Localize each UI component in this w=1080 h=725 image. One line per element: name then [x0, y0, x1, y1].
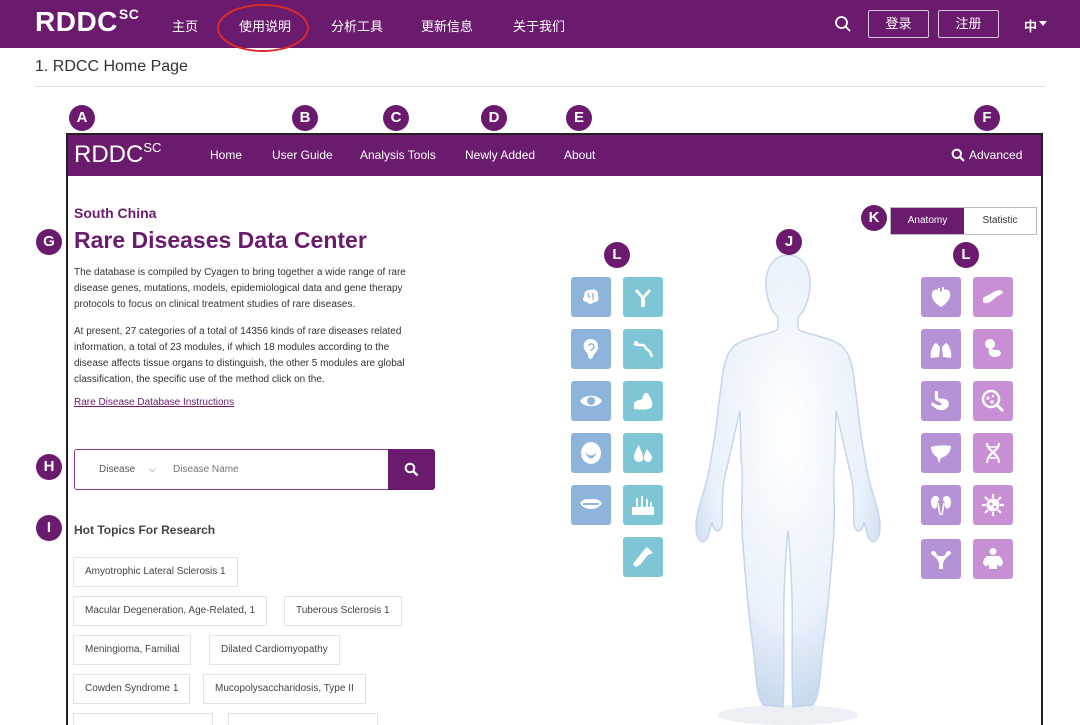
- inner-logo[interactable]: RDDCSC: [74, 140, 161, 169]
- heart-icon[interactable]: [921, 277, 961, 317]
- marker-h: H: [36, 454, 62, 480]
- hero-title: Rare Diseases Data Center: [74, 227, 367, 253]
- search-icon: [404, 462, 419, 477]
- marker-f: F: [974, 105, 1000, 131]
- kidney-icon[interactable]: [921, 485, 961, 525]
- chevron-down-icon[interactable]: ⌵: [149, 464, 156, 475]
- search-icon[interactable]: [834, 15, 852, 33]
- skin-icon[interactable]: [623, 485, 663, 525]
- inner-nav-about[interactable]: About: [564, 148, 595, 162]
- language-selector[interactable]: 中: [1024, 16, 1037, 35]
- marker-e: E: [566, 105, 592, 131]
- obesity-icon[interactable]: [973, 539, 1013, 579]
- lips-icon[interactable]: [571, 485, 611, 525]
- marker-l-left: L: [604, 242, 630, 268]
- hot-topic-tag[interactable]: Cowden Syndrome 1: [73, 674, 191, 704]
- hero-description: The database is compiled by Cyagen to br…: [74, 267, 406, 310]
- ear-icon[interactable]: [571, 329, 611, 369]
- inner-screenshot: RDDCSC Home User Guide Analysis Tools Ne…: [66, 133, 1043, 725]
- eye-icon[interactable]: [571, 381, 611, 421]
- chevron-down-icon[interactable]: [1039, 21, 1047, 26]
- fetus-icon[interactable]: [973, 329, 1013, 369]
- marker-a: A: [69, 105, 95, 131]
- hot-topic-tag[interactable]: Macular Degeneration, Age-Related, 1: [73, 596, 268, 626]
- instructions-link[interactable]: Rare Disease Database Instructions: [74, 397, 234, 408]
- hot-topic-tag[interactable]: Meningioma, Familial: [73, 635, 192, 665]
- hero-subtitle: South China: [74, 205, 157, 221]
- hot-topic-tag[interactable]: Tuberous Sclerosis 1: [284, 596, 402, 626]
- pancreas-icon[interactable]: [973, 277, 1013, 317]
- search-button[interactable]: [388, 449, 435, 490]
- inner-nav-newly-added[interactable]: Newly Added: [465, 148, 535, 162]
- immune-icon[interactable]: [623, 277, 663, 317]
- marker-j: J: [776, 229, 802, 255]
- mouth-icon[interactable]: [571, 433, 611, 473]
- top-navbar: RDDCSC 主页 使用说明 分析工具 更新信息 关于我们 登录 注册 中: [0, 0, 1080, 48]
- hot-topic-tag[interactable]: Amyotrophic Lateral Sclerosis 1: [73, 557, 238, 587]
- nav-updates[interactable]: 更新信息: [421, 16, 473, 35]
- marker-d: D: [481, 105, 507, 131]
- nerve-icon[interactable]: [623, 329, 663, 369]
- hot-topic-tag[interactable]: [228, 713, 378, 725]
- site-logo[interactable]: RDDCSC: [35, 6, 139, 38]
- hot-topic-tag[interactable]: [73, 713, 213, 725]
- dna-icon[interactable]: [973, 433, 1013, 473]
- brain-icon[interactable]: [571, 277, 611, 317]
- marker-c: C: [383, 105, 409, 131]
- uterus-icon[interactable]: [921, 539, 961, 579]
- search-icon[interactable]: [951, 148, 965, 162]
- hot-topic-tag[interactable]: Mucopolysaccharidosis, Type II: [203, 674, 366, 704]
- marker-i: I: [36, 515, 62, 541]
- fluid-icon[interactable]: [623, 433, 663, 473]
- nav-home[interactable]: 主页: [172, 16, 198, 35]
- hero-statistics: At present, 27 categories of a total of …: [74, 326, 405, 385]
- view-tabs: Anatomy Statistic: [890, 207, 1037, 235]
- login-button[interactable]: 登录: [868, 10, 929, 38]
- divider: [35, 86, 1045, 87]
- advanced-search-link[interactable]: Advanced: [969, 148, 1022, 162]
- nav-about[interactable]: 关于我们: [513, 16, 565, 35]
- lungs-icon[interactable]: [921, 329, 961, 369]
- disease-search-bar: Disease ⌵: [74, 449, 435, 490]
- inner-nav-home[interactable]: Home: [210, 148, 242, 162]
- tab-statistic[interactable]: Statistic: [964, 208, 1036, 234]
- marker-l-right: L: [953, 242, 979, 268]
- nav-analysis-tools[interactable]: 分析工具: [331, 16, 383, 35]
- human-body-figure[interactable]: [688, 255, 888, 725]
- section-title: 1. RDCC Home Page: [35, 58, 188, 75]
- marker-g: G: [36, 229, 62, 255]
- bone-icon[interactable]: [623, 537, 663, 577]
- tab-anatomy[interactable]: Anatomy: [891, 208, 964, 234]
- liver-icon[interactable]: [921, 433, 961, 473]
- marker-k: K: [861, 205, 887, 231]
- inner-nav-analysis-tools[interactable]: Analysis Tools: [360, 148, 436, 162]
- highlight-circle: [217, 4, 309, 52]
- hot-topic-tag[interactable]: Dilated Cardiomyopathy: [209, 635, 340, 665]
- hot-topics-title: Hot Topics For Research: [74, 523, 216, 537]
- muscle-icon[interactable]: [623, 381, 663, 421]
- virus-icon[interactable]: [973, 485, 1013, 525]
- register-button[interactable]: 注册: [938, 10, 999, 38]
- inner-nav-user-guide[interactable]: User Guide: [272, 148, 333, 162]
- marker-b: B: [292, 105, 318, 131]
- cell-icon[interactable]: [973, 381, 1013, 421]
- inner-navbar: RDDCSC Home User Guide Analysis Tools Ne…: [68, 135, 1041, 176]
- stomach-icon[interactable]: [921, 381, 961, 421]
- search-type-select[interactable]: Disease: [99, 464, 135, 475]
- disease-search-input[interactable]: [173, 464, 373, 475]
